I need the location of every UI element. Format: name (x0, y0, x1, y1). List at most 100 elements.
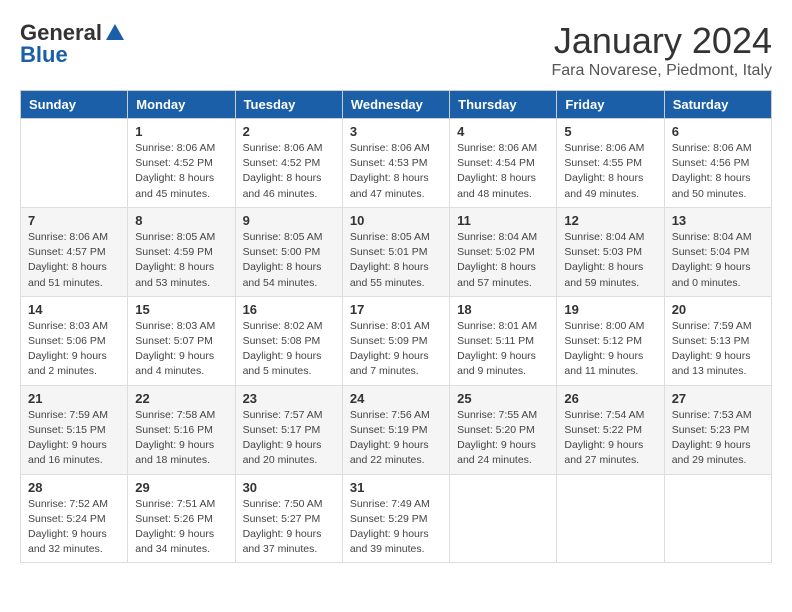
day-number: 2 (243, 124, 335, 139)
day-number: 12 (564, 213, 656, 228)
calendar-cell: 19 Sunrise: 8:00 AMSunset: 5:12 PMDayligh… (557, 296, 664, 385)
day-number: 8 (135, 213, 227, 228)
calendar-week-row: 28 Sunrise: 7:52 AMSunset: 5:24 PMDayligh… (21, 474, 772, 563)
day-number: 15 (135, 302, 227, 317)
calendar-cell: 25Sunrise: 7:55 AMSunset: 5:20 PMDayligh… (450, 385, 557, 474)
day-info: Sunrise: 7:57 AMSunset: 5:17 PMDaylight:… (243, 408, 335, 469)
calendar-week-row: 21Sunrise: 7:59 AMSunset: 5:15 PMDayligh… (21, 385, 772, 474)
day-info: Sunrise: 7:59 AMSunset: 5:15 PMDaylight:… (28, 408, 120, 469)
day-info: Sunrise: 8:06 AMSunset: 4:57 PMDaylight:… (28, 230, 120, 291)
day-info: Sunrise: 8:05 AMSunset: 5:01 PMDaylight:… (350, 230, 442, 291)
header-thursday: Thursday (450, 91, 557, 119)
calendar-cell: 5Sunrise: 8:06 AMSunset: 4:55 PMDaylight… (557, 119, 664, 208)
day-info: Sunrise: 8:06 AMSunset: 4:52 PMDaylight:… (135, 141, 227, 202)
day-number: 11 (457, 213, 549, 228)
header-tuesday: Tuesday (235, 91, 342, 119)
day-number: 27 (672, 391, 764, 406)
calendar-cell (450, 474, 557, 563)
calendar-cell: 26Sunrise: 7:54 AMSunset: 5:22 PMDayligh… (557, 385, 664, 474)
calendar-cell: 29 Sunrise: 7:51 AMSunset: 5:26 PMDayligh… (128, 474, 235, 563)
title-section: January 2024 Fara Novarese, Piedmont, It… (551, 20, 772, 80)
month-year-title: January 2024 (551, 20, 772, 62)
calendar-cell: 13 Sunrise: 8:04 AMSunset: 5:04 PMDayligh… (664, 207, 771, 296)
day-number: 3 (350, 124, 442, 139)
day-number: 31 (350, 480, 442, 495)
day-number: 5 (564, 124, 656, 139)
day-info: Sunrise: 8:06 AMSunset: 4:56 PMDaylight:… (672, 141, 764, 202)
calendar-week-row: 1 Sunrise: 8:06 AMSunset: 4:52 PMDaylight… (21, 119, 772, 208)
day-info: Sunrise: 7:58 AMSunset: 5:16 PMDaylight:… (135, 408, 227, 469)
header: General Blue January 2024 Fara Novarese,… (20, 20, 772, 80)
calendar-cell: 21Sunrise: 7:59 AMSunset: 5:15 PMDayligh… (21, 385, 128, 474)
day-number: 16 (243, 302, 335, 317)
calendar-cell: 8 Sunrise: 8:05 AMSunset: 4:59 PMDaylight… (128, 207, 235, 296)
day-info: Sunrise: 8:04 AMSunset: 5:02 PMDaylight:… (457, 230, 549, 291)
day-info: Sunrise: 7:59 AMSunset: 5:13 PMDaylight:… (672, 319, 764, 380)
day-info: Sunrise: 8:05 AMSunset: 4:59 PMDaylight:… (135, 230, 227, 291)
calendar-cell: 2Sunrise: 8:06 AMSunset: 4:52 PMDaylight… (235, 119, 342, 208)
day-info: Sunrise: 7:54 AMSunset: 5:22 PMDaylight:… (564, 408, 656, 469)
day-info: Sunrise: 8:01 AMSunset: 5:11 PMDaylight:… (457, 319, 549, 380)
day-info: Sunrise: 7:52 AMSunset: 5:24 PMDaylight:… (28, 497, 120, 558)
calendar-cell: 31 Sunrise: 7:49 AMSunset: 5:29 PMDayligh… (342, 474, 449, 563)
calendar-week-row: 14 Sunrise: 8:03 AMSunset: 5:06 PMDayligh… (21, 296, 772, 385)
logo: General Blue (20, 20, 128, 68)
day-info: Sunrise: 7:51 AMSunset: 5:26 PMDaylight:… (135, 497, 227, 558)
day-info: Sunrise: 7:55 AMSunset: 5:20 PMDaylight:… (457, 408, 549, 469)
calendar-cell: 7 Sunrise: 8:06 AMSunset: 4:57 PMDaylight… (21, 207, 128, 296)
day-info: Sunrise: 8:06 AMSunset: 4:53 PMDaylight:… (350, 141, 442, 202)
day-info: Sunrise: 7:49 AMSunset: 5:29 PMDaylight:… (350, 497, 442, 558)
calendar-cell (21, 119, 128, 208)
day-info: Sunrise: 8:04 AMSunset: 5:04 PMDaylight:… (672, 230, 764, 291)
calendar-cell: 4Sunrise: 8:06 AMSunset: 4:54 PMDaylight… (450, 119, 557, 208)
day-number: 29 (135, 480, 227, 495)
day-number: 10 (350, 213, 442, 228)
day-info: Sunrise: 8:00 AMSunset: 5:12 PMDaylight:… (564, 319, 656, 380)
day-info: Sunrise: 7:50 AMSunset: 5:27 PMDaylight:… (243, 497, 335, 558)
day-number: 17 (350, 302, 442, 317)
day-number: 28 (28, 480, 120, 495)
day-number: 9 (243, 213, 335, 228)
calendar-cell: 23Sunrise: 7:57 AMSunset: 5:17 PMDayligh… (235, 385, 342, 474)
day-info: Sunrise: 8:03 AMSunset: 5:06 PMDaylight:… (28, 319, 120, 380)
calendar-cell (664, 474, 771, 563)
logo-blue-text: Blue (20, 42, 68, 68)
calendar-cell: 14 Sunrise: 8:03 AMSunset: 5:06 PMDayligh… (21, 296, 128, 385)
day-info: Sunrise: 8:02 AMSunset: 5:08 PMDaylight:… (243, 319, 335, 380)
calendar-cell: 1 Sunrise: 8:06 AMSunset: 4:52 PMDaylight… (128, 119, 235, 208)
day-number: 19 (564, 302, 656, 317)
calendar-cell: 9Sunrise: 8:05 AMSunset: 5:00 PMDaylight… (235, 207, 342, 296)
day-info: Sunrise: 8:06 AMSunset: 4:54 PMDaylight:… (457, 141, 549, 202)
calendar-table: SundayMondayTuesdayWednesdayThursdayFrid… (20, 90, 772, 563)
calendar-cell: 10 Sunrise: 8:05 AMSunset: 5:01 PMDayligh… (342, 207, 449, 296)
day-info: Sunrise: 8:04 AMSunset: 5:03 PMDaylight:… (564, 230, 656, 291)
calendar-cell: 22Sunrise: 7:58 AMSunset: 5:16 PMDayligh… (128, 385, 235, 474)
calendar-cell: 3 Sunrise: 8:06 AMSunset: 4:53 PMDaylight… (342, 119, 449, 208)
calendar-cell (557, 474, 664, 563)
header-sunday: Sunday (21, 91, 128, 119)
header-wednesday: Wednesday (342, 91, 449, 119)
day-number: 20 (672, 302, 764, 317)
day-info: Sunrise: 7:56 AMSunset: 5:19 PMDaylight:… (350, 408, 442, 469)
calendar-cell: 12 Sunrise: 8:04 AMSunset: 5:03 PMDayligh… (557, 207, 664, 296)
location-subtitle: Fara Novarese, Piedmont, Italy (551, 62, 772, 80)
day-number: 14 (28, 302, 120, 317)
calendar-cell: 20 Sunrise: 7:59 AMSunset: 5:13 PMDayligh… (664, 296, 771, 385)
day-number: 24 (350, 391, 442, 406)
day-number: 6 (672, 124, 764, 139)
day-number: 30 (243, 480, 335, 495)
day-number: 18 (457, 302, 549, 317)
calendar-cell: 24 Sunrise: 7:56 AMSunset: 5:19 PMDayligh… (342, 385, 449, 474)
day-number: 1 (135, 124, 227, 139)
calendar-cell: 15 Sunrise: 8:03 AMSunset: 5:07 PMDayligh… (128, 296, 235, 385)
day-number: 7 (28, 213, 120, 228)
calendar-cell: 17Sunrise: 8:01 AMSunset: 5:09 PMDayligh… (342, 296, 449, 385)
calendar-week-row: 7 Sunrise: 8:06 AMSunset: 4:57 PMDaylight… (21, 207, 772, 296)
header-friday: Friday (557, 91, 664, 119)
calendar-header-row: SundayMondayTuesdayWednesdayThursdayFrid… (21, 91, 772, 119)
header-saturday: Saturday (664, 91, 771, 119)
header-monday: Monday (128, 91, 235, 119)
day-info: Sunrise: 8:03 AMSunset: 5:07 PMDaylight:… (135, 319, 227, 380)
day-number: 13 (672, 213, 764, 228)
calendar-cell: 11 Sunrise: 8:04 AMSunset: 5:02 PMDayligh… (450, 207, 557, 296)
